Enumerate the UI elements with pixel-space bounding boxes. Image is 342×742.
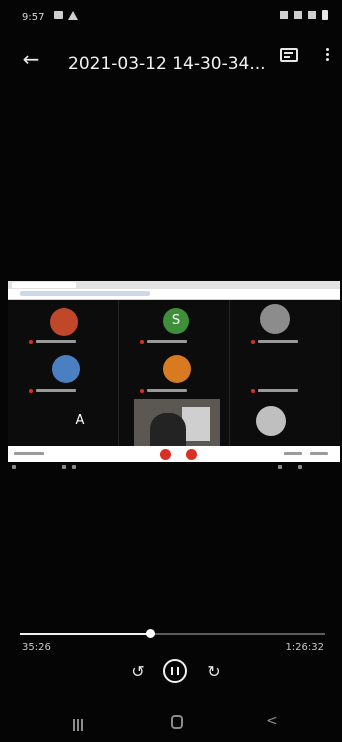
arrow-left-icon: ← [22, 47, 40, 71]
system-navigation-bar: < [0, 706, 342, 742]
participant-name [147, 389, 187, 392]
participant-avatar [256, 406, 286, 436]
mic-off-icon [251, 340, 255, 344]
battery-icon [322, 10, 328, 20]
seek-bar-progress [20, 633, 150, 635]
pause-icon [177, 667, 179, 675]
meeting-details-text [14, 452, 44, 455]
image-icon [54, 11, 63, 19]
mic-toggle-icon [160, 449, 171, 460]
meeting-grid: S A [8, 300, 340, 447]
browser-address-bar [8, 289, 340, 300]
seek-bar-thumb[interactable] [145, 629, 155, 638]
recents-icon[interactable] [73, 716, 87, 731]
back-button[interactable]: ← [18, 46, 44, 72]
subtitles-icon[interactable] [280, 48, 298, 62]
video-frame[interactable]: S A [8, 281, 340, 462]
status-time: 9:57 [22, 12, 45, 23]
system-status-icons [280, 10, 328, 20]
present-text [310, 452, 328, 455]
participant-tile [8, 349, 118, 397]
taskbar-icon [298, 465, 302, 469]
meeting-controls-bar [8, 446, 340, 462]
avatar-letter: A [75, 413, 85, 428]
recorded-taskbar [8, 462, 340, 472]
participant-tile: S [119, 300, 229, 348]
participant-tile [230, 398, 340, 446]
pause-button[interactable] [163, 659, 187, 683]
participant-name [258, 389, 298, 392]
mic-off-icon [251, 389, 255, 393]
participant-tile [8, 300, 118, 348]
participant-avatar [52, 355, 80, 383]
app-bar: ← 2021-03-12 14-30-34... [0, 40, 342, 90]
mic-off-icon [140, 340, 144, 344]
participant-name [147, 340, 187, 343]
participant-avatar [163, 355, 191, 383]
seek-bar[interactable] [20, 629, 325, 638]
participant-tile [230, 349, 340, 397]
elapsed-time: 35:26 [22, 642, 51, 653]
taskbar-icon [72, 465, 76, 469]
participant-tile: A [8, 398, 118, 446]
mic-off-icon [29, 389, 33, 393]
signal-icon [308, 11, 316, 19]
status-bar: 9:57 [0, 0, 342, 34]
wifi-icon [294, 11, 302, 19]
video-title: 2021-03-12 14-30-34... [68, 54, 266, 74]
browser-tab-strip [8, 281, 340, 289]
mic-off-icon [140, 389, 144, 393]
pause-icon [171, 667, 173, 675]
taskbar-icon [12, 465, 16, 469]
back-chevron-icon[interactable]: < [266, 713, 278, 729]
taskbar-icon [62, 465, 66, 469]
taskbar-icon [278, 465, 282, 469]
participant-tile [119, 349, 229, 397]
replay-10-icon[interactable]: ↺ [127, 661, 149, 683]
video-player-screen: 9:57 ← 2021-03-12 14-30-34... S A 35:26 … [0, 0, 342, 742]
captions-text [284, 452, 302, 455]
mic-off-icon [29, 340, 33, 344]
participant-name [36, 389, 76, 392]
notification-icons [54, 11, 78, 20]
participant-name [258, 340, 298, 343]
participant-tile [230, 300, 340, 348]
home-icon[interactable] [171, 715, 183, 729]
camera-feed-tile [134, 399, 220, 447]
participant-avatar [50, 308, 78, 336]
total-duration: 1:26:32 [285, 642, 324, 653]
browser-tab [12, 282, 76, 288]
participant-name [36, 340, 76, 343]
camera-background-window [182, 407, 210, 441]
more-vert-icon[interactable] [322, 46, 332, 68]
forward-10-icon[interactable]: ↻ [203, 661, 225, 683]
avatar-letter: S [171, 313, 181, 328]
alarm-icon [280, 11, 288, 19]
participant-avatar [260, 304, 290, 334]
end-call-icon [186, 449, 197, 460]
camera-participant [150, 413, 186, 447]
address-url [20, 291, 150, 296]
alert-icon [68, 11, 78, 20]
participant-avatar: S [163, 308, 189, 334]
